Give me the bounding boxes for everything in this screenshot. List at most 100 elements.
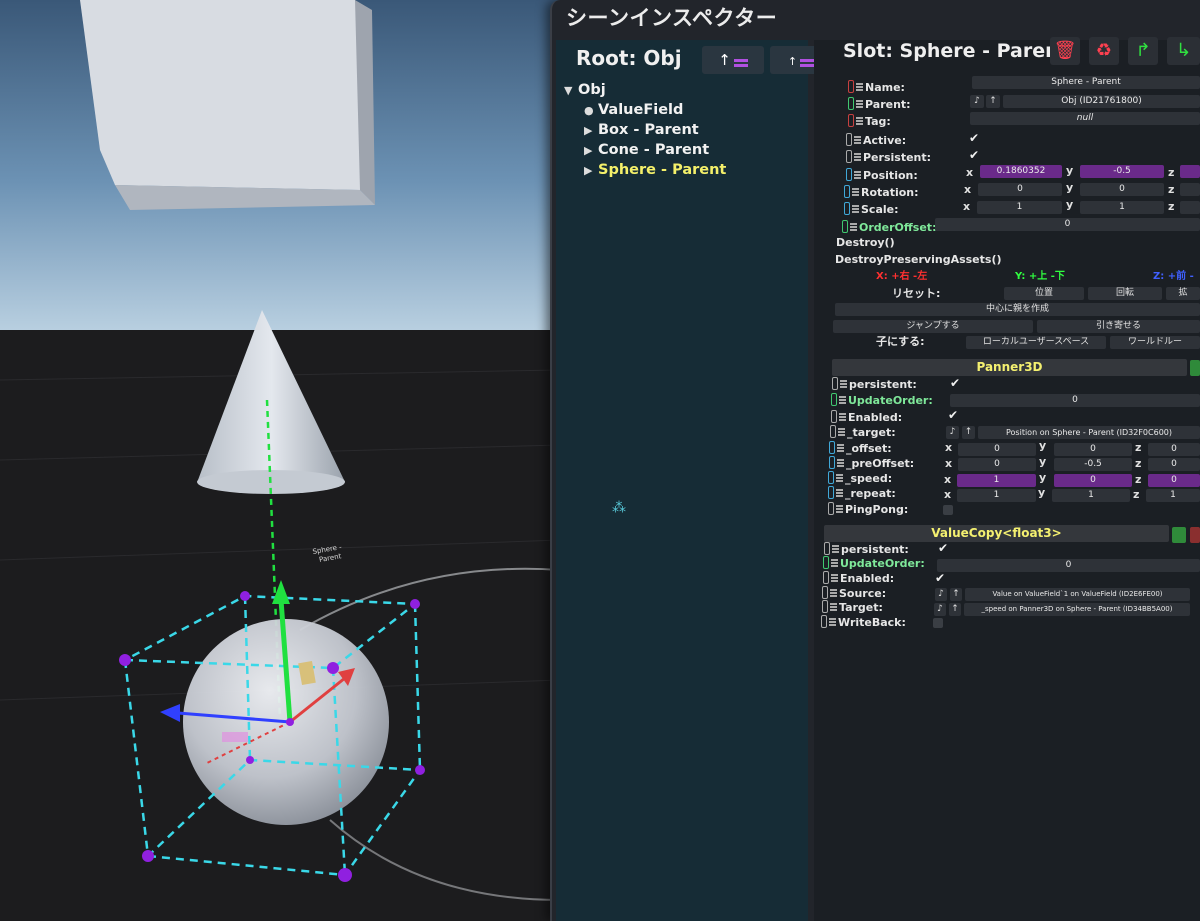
panner-pingpong-checkbox[interactable]: [943, 505, 953, 515]
destroy-preserving-button[interactable]: DestroyPreservingAssets(): [835, 253, 1002, 267]
position-y-field[interactable]: -0.5: [1080, 165, 1164, 178]
insert-parent-button[interactable]: ↱: [1128, 37, 1158, 65]
valuecopy-options-button[interactable]: [1172, 527, 1186, 543]
axis-y-label: y: [1066, 198, 1074, 211]
reset-label: リセット:: [892, 287, 941, 300]
panner-preoffset-y-field[interactable]: -0.5: [1054, 458, 1132, 471]
reset-position-button[interactable]: 位置: [1004, 287, 1084, 300]
destroy-preserve-button[interactable]: ♻: [1089, 37, 1119, 65]
reset-scale-button[interactable]: 拡: [1166, 287, 1200, 300]
position-z-field[interactable]: [1180, 165, 1200, 178]
panner-target-up-button[interactable]: ↑: [962, 426, 975, 439]
scale-y-field[interactable]: 1: [1080, 201, 1164, 214]
vc-source-jump-button[interactable]: ♪: [935, 588, 947, 601]
panner-repeat-x-field[interactable]: 1: [957, 489, 1036, 502]
insert-parent-icon: ↱: [1135, 40, 1151, 61]
tree-item-sphere-parent[interactable]: ▶ Sphere - Parent: [564, 160, 804, 180]
panner-persistent-label: persistent:: [832, 377, 917, 392]
tree-item-box-parent[interactable]: ▶ Box - Parent: [564, 120, 804, 140]
axis-z-label: z: [1168, 200, 1175, 213]
axis-x-label: x: [945, 457, 953, 470]
add-child-button[interactable]: ↳: [1167, 37, 1200, 65]
panner-repeat-z-field[interactable]: 1: [1146, 489, 1200, 502]
tree-item-obj[interactable]: ▼ Obj: [564, 80, 804, 100]
trash-icon: 🗑: [1053, 40, 1077, 61]
slot-title: Slot: Sphere - Parent: [843, 40, 1068, 62]
persistent-checkbox[interactable]: ✔: [969, 148, 979, 162]
position-x-field[interactable]: 0.1860352: [980, 165, 1062, 178]
panner-target-field[interactable]: Position on Sphere - Parent (ID32F0C600): [978, 426, 1200, 439]
create-parent-button[interactable]: 中心に親を作成: [835, 303, 1200, 316]
panner-speed-x-field[interactable]: 1: [957, 474, 1036, 487]
panner-persistent-checkbox[interactable]: ✔: [950, 376, 960, 390]
panner-preoffset-z-field[interactable]: 0: [1148, 458, 1200, 471]
vc-updateorder-field[interactable]: 0: [937, 559, 1200, 572]
world-root-button[interactable]: ワールドルー: [1110, 336, 1200, 349]
vc-writeback-label: WriteBack:: [821, 615, 906, 630]
scale-x-field[interactable]: 1: [977, 201, 1062, 214]
valuecopy-remove-button[interactable]: [1190, 527, 1200, 543]
axis-y-legend: Y: +上 -下: [1015, 271, 1065, 282]
axis-z-label: z: [1133, 488, 1140, 501]
local-user-space-button[interactable]: ローカルユーザースペース: [966, 336, 1106, 349]
name-label: Name:: [848, 80, 905, 95]
vc-writeback-checkbox[interactable]: [933, 618, 943, 628]
vc-persistent-label: persistent:: [824, 542, 909, 557]
pull-button[interactable]: 引き寄せる: [1037, 320, 1200, 333]
parent-field[interactable]: Obj (ID21761800): [1003, 95, 1200, 108]
panner-speed-y-field[interactable]: 0: [1054, 474, 1132, 487]
panner-target-jump-button[interactable]: ♪: [946, 426, 959, 439]
panner-preoffset-x-field[interactable]: 0: [958, 458, 1036, 471]
axis-z-label: z: [1168, 166, 1175, 179]
vc-persistent-checkbox[interactable]: ✔: [938, 541, 948, 555]
tag-field[interactable]: null: [970, 112, 1200, 125]
expand-right-icon[interactable]: ▶: [584, 141, 598, 161]
vc-source-up-button[interactable]: ↑: [950, 588, 962, 601]
orderoffset-label: OrderOffset:: [842, 220, 936, 235]
panel-title: シーンインスペクター: [566, 6, 778, 30]
orderoffset-field[interactable]: 0: [935, 218, 1200, 231]
panner-offset-x-field[interactable]: 0: [958, 443, 1036, 456]
name-field[interactable]: Sphere - Parent: [972, 76, 1200, 89]
panner-updateorder-field[interactable]: 0: [950, 394, 1200, 407]
panner-offset-y-field[interactable]: 0: [1054, 443, 1132, 456]
axis-x-label: x: [963, 200, 971, 213]
tree-item-valuefield[interactable]: ● ValueField: [564, 100, 804, 120]
root-up-button[interactable]: ↑: [702, 46, 764, 74]
vc-updateorder-label: UpdateOrder:: [823, 556, 925, 571]
active-checkbox[interactable]: ✔: [969, 131, 979, 145]
destroy-method-button[interactable]: Destroy(): [836, 236, 895, 250]
reset-rotation-button[interactable]: 回転: [1088, 287, 1162, 300]
rotation-x-field[interactable]: 0: [978, 183, 1062, 196]
tree-item-cone-parent[interactable]: ▶ Cone - Parent: [564, 140, 804, 160]
vc-target-field[interactable]: _speed on Panner3D on Sphere - Parent (I…: [964, 603, 1190, 616]
panner3d-options-button[interactable]: [1190, 360, 1200, 376]
vc-enabled-checkbox[interactable]: ✔: [935, 571, 945, 585]
axis-y-label: y: [1039, 471, 1047, 484]
expand-down-icon[interactable]: ▼: [564, 81, 578, 101]
parent-up-button[interactable]: ↑: [986, 95, 1000, 108]
axis-x-label: x: [944, 488, 952, 501]
panner-enabled-checkbox[interactable]: ✔: [948, 408, 958, 422]
panner-repeat-y-field[interactable]: 1: [1052, 489, 1130, 502]
vc-source-field[interactable]: Value on ValueField`1 on ValueField (ID2…: [965, 588, 1190, 601]
rotation-z-field[interactable]: [1180, 183, 1200, 196]
panner3d-header[interactable]: Panner3D: [832, 359, 1187, 376]
destroy-trash-button[interactable]: 🗑: [1050, 37, 1080, 65]
up-arrow-icon: ↑: [718, 51, 731, 69]
axis-y-label: y: [1038, 486, 1046, 499]
scale-z-field[interactable]: [1180, 201, 1200, 214]
jump-button[interactable]: ジャンプする: [833, 320, 1033, 333]
expand-right-icon[interactable]: ▶: [584, 161, 598, 181]
valuecopy-header[interactable]: ValueCopy<float3>: [824, 525, 1169, 542]
expand-right-icon[interactable]: ▶: [584, 121, 598, 141]
vc-source-label: Source:: [822, 586, 886, 601]
box-object[interactable]: [80, 0, 375, 210]
panner-speed-z-field[interactable]: 0: [1148, 474, 1200, 487]
vc-target-jump-button[interactable]: ♪: [934, 603, 946, 616]
vc-target-up-button[interactable]: ↑: [949, 603, 961, 616]
axis-x-label: x: [964, 183, 972, 196]
rotation-y-field[interactable]: 0: [1080, 183, 1164, 196]
panner-offset-z-field[interactable]: 0: [1148, 443, 1200, 456]
parent-jump-button[interactable]: ♪: [970, 95, 984, 108]
